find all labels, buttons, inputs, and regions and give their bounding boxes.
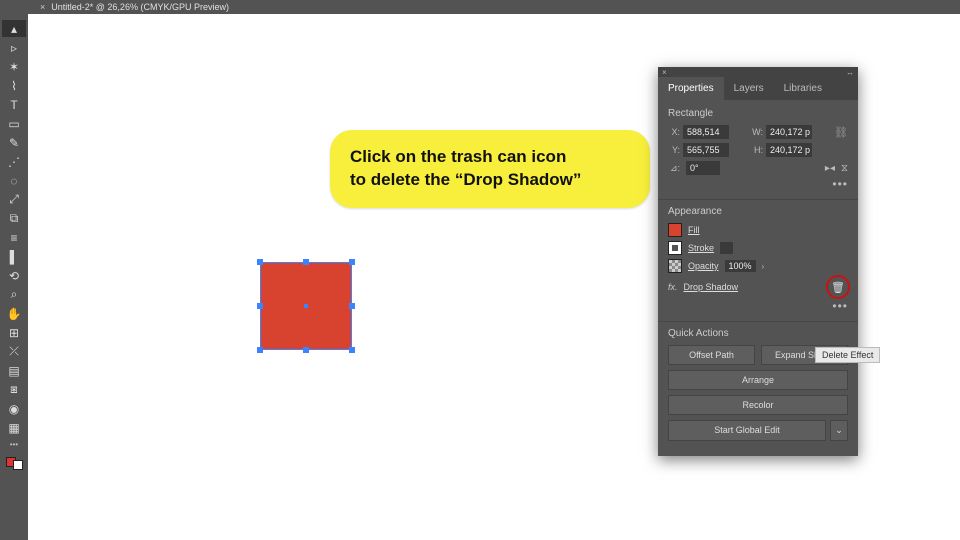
opacity-input[interactable]: 100% [725, 260, 756, 272]
w-label: W: [751, 127, 763, 137]
fx-prefix: fx. [668, 282, 678, 292]
symbol-tool-icon[interactable]: ◉ [2, 400, 26, 417]
eraser-tool-icon[interactable]: ◌ [2, 172, 26, 189]
panel-header[interactable]: × ↔ [658, 67, 858, 77]
annotation-callout: Click on the trash can icon to delete th… [330, 130, 650, 208]
effect-drop-shadow[interactable]: Drop Shadow [684, 282, 739, 292]
appearance-section-title: Appearance [668, 206, 848, 217]
artboard-tool-icon[interactable]: ⊞ [2, 324, 26, 341]
resize-handle[interactable] [349, 259, 355, 265]
panel-menu-icon[interactable]: ↔ [846, 68, 854, 77]
close-icon[interactable]: × [40, 2, 45, 12]
graph-tool-icon[interactable]: ▦ [2, 419, 26, 436]
resize-handle[interactable] [349, 303, 355, 309]
recolor-button[interactable]: Recolor [668, 395, 848, 415]
perspective-tool-icon[interactable]: ▤ [2, 362, 26, 379]
appearance-more-icon[interactable]: ••• [668, 297, 848, 315]
delete-effect-button[interactable]: 🗑 [828, 277, 848, 297]
stroke-label[interactable]: Stroke [688, 243, 714, 253]
rectangle-tool-icon[interactable]: ▭ [2, 115, 26, 132]
opacity-label[interactable]: Opacity [688, 261, 719, 271]
direct-select-tool-icon[interactable]: ▹ [2, 39, 26, 56]
stroke-weight-input[interactable] [720, 242, 733, 254]
stroke-color-swatch[interactable] [668, 241, 682, 255]
pen-tool-icon[interactable]: ⌇ [2, 77, 26, 94]
global-edit-dropdown[interactable]: ⌄ [830, 420, 848, 441]
type-tool-icon[interactable]: T [2, 96, 26, 113]
x-input[interactable]: 588,514 [683, 125, 729, 139]
transform-section-title: Rectangle [668, 108, 848, 119]
selected-rectangle[interactable] [260, 262, 352, 350]
toolbox: ▴ ▹ ✶ ⌇ T ▭ ✎ ⋰ ◌ ⤢ ⧉ ≡ ▌ ⟲ ⌕ ✋ ⊞ ⤫ ▤ ⧆ … [0, 14, 28, 540]
y-input[interactable]: 565,755 [683, 143, 729, 157]
resize-handle[interactable] [349, 347, 355, 353]
hand-tool-icon[interactable]: ✋ [2, 305, 26, 322]
resize-handle[interactable] [257, 303, 263, 309]
scale-tool-icon[interactable]: ⧉ [2, 210, 26, 227]
angle-label: ⊿: [668, 163, 680, 174]
flip-v-icon[interactable]: ⧖ [841, 163, 848, 174]
resize-handle[interactable] [257, 347, 263, 353]
zoom-tool-icon[interactable]: ⌕ [2, 286, 26, 303]
x-label: X: [668, 127, 680, 137]
fill-color-swatch[interactable] [668, 223, 682, 237]
center-point-icon [304, 304, 308, 308]
link-wh-icon[interactable]: ⛓ [834, 126, 848, 139]
shape-builder-tool-icon[interactable]: ▌ [2, 248, 26, 265]
brush-tool-icon[interactable]: ✎ [2, 134, 26, 151]
start-global-edit-button[interactable]: Start Global Edit [668, 420, 826, 441]
document-tabbar: × Untitled-2* @ 26,26% (CMYK/GPU Preview… [28, 0, 960, 14]
panel-tabs: Properties Layers Libraries [658, 77, 858, 100]
angle-input[interactable]: 0° [686, 161, 720, 175]
chevron-right-icon[interactable]: › [762, 262, 765, 271]
rotate-tool-icon[interactable]: ⤢ [2, 191, 26, 208]
panel-close-icon[interactable]: × [662, 68, 667, 77]
resize-handle[interactable] [303, 347, 309, 353]
fill-stroke-swatch[interactable] [6, 457, 23, 470]
magic-wand-tool-icon[interactable]: ✶ [2, 58, 26, 75]
resize-handle[interactable] [303, 259, 309, 265]
tab-properties[interactable]: Properties [658, 77, 724, 100]
w-input[interactable]: 240,172 p [766, 125, 812, 139]
resize-handle[interactable] [257, 259, 263, 265]
tab-libraries[interactable]: Libraries [774, 77, 832, 100]
tab-title: Untitled-2* @ 26,26% (CMYK/GPU Preview) [51, 2, 229, 12]
highlight-ring-icon [826, 275, 850, 299]
document-tab[interactable]: × Untitled-2* @ 26,26% (CMYK/GPU Preview… [32, 0, 237, 14]
h-input[interactable]: 240,172 p [766, 143, 812, 157]
width-tool-icon[interactable]: ≡ [2, 229, 26, 246]
slice-tool-icon[interactable]: ⤫ [2, 343, 26, 360]
properties-panel: × ↔ Properties Layers Libraries Rectangl… [658, 67, 858, 456]
mesh-tool-icon[interactable]: ⧆ [2, 381, 26, 398]
callout-text: Click on the trash can icon to delete th… [350, 146, 630, 192]
offset-path-button[interactable]: Offset Path [668, 345, 755, 365]
flip-h-icon[interactable]: ▸◂ [825, 163, 835, 174]
stroke-swatch-icon [13, 460, 23, 470]
pencil-tool-icon[interactable]: ⋰ [2, 153, 26, 170]
arrange-button[interactable]: Arrange [668, 370, 848, 390]
fill-label[interactable]: Fill [688, 225, 700, 235]
transform-more-icon[interactable]: ••• [668, 175, 848, 193]
gradient-tool-icon[interactable]: ⟲ [2, 267, 26, 284]
selection-tool-icon[interactable]: ▴ [2, 20, 26, 37]
y-label: Y: [668, 145, 680, 155]
quick-actions-title: Quick Actions [668, 328, 848, 339]
toolbar-more-icon[interactable]: ••• [10, 440, 18, 449]
opacity-swatch-icon [668, 259, 682, 273]
tab-layers[interactable]: Layers [724, 77, 774, 100]
h-label: H: [751, 145, 763, 155]
tooltip-delete-effect: Delete Effect [815, 347, 880, 363]
